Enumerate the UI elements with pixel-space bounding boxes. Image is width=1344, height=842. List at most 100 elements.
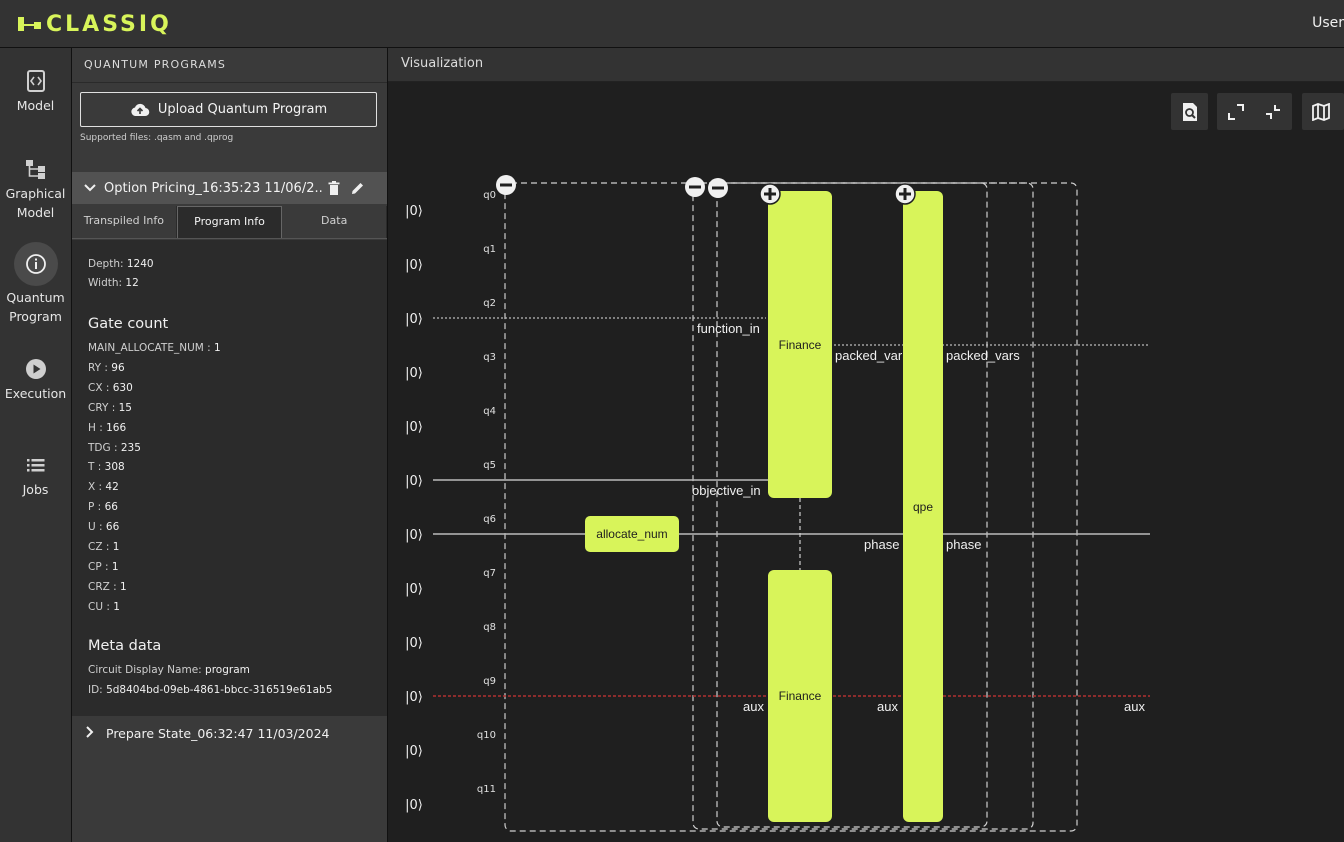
gate-name: CZ	[88, 541, 103, 553]
chevron-right-icon[interactable]	[86, 725, 106, 741]
panel-title: QUANTUM PROGRAMS	[72, 48, 387, 83]
gate-name: H	[88, 421, 96, 434]
gate-count-row: H : 166	[88, 421, 127, 434]
nav-label-execution: Execution	[4, 386, 67, 401]
supported-files-hint: Supported files: .qasm and .qprog	[80, 133, 234, 143]
qubit-name-label: q7	[483, 568, 496, 579]
nav-item-model[interactable]: Model	[0, 68, 71, 115]
group-frame-inner	[716, 182, 988, 828]
logo-text: CLASSIQ	[46, 11, 172, 37]
gate-name: CX	[88, 381, 103, 394]
id-label: ID:	[88, 684, 103, 696]
ket-zero-label: |0⟩	[405, 636, 423, 651]
depth-row: Depth: 1240	[88, 258, 154, 270]
collapse-button-finance[interactable]	[685, 177, 705, 197]
model-icon	[23, 68, 49, 94]
depth-label: Depth:	[88, 258, 124, 270]
info-icon	[13, 242, 58, 286]
program-row-prepare-state[interactable]: Prepare State_06:32:47 11/03/2024	[72, 716, 387, 750]
qpe-label: qpe	[913, 500, 933, 514]
nav-item-quantum-program[interactable]: Quantum Program	[0, 242, 71, 326]
qubit-name-label: q0	[483, 190, 496, 201]
cloud-upload-icon	[131, 103, 150, 116]
nav-item-jobs[interactable]: Jobs	[0, 452, 71, 499]
wire-label-aux-1: aux	[743, 699, 764, 714]
qubit-name-label: q3	[483, 352, 496, 363]
classiq-logo[interactable]: CLASSIQ	[18, 10, 172, 38]
ket-zero-label: |0⟩	[405, 204, 423, 219]
program-info-content: Depth: 1240 Width: 12 Gate count MAIN_AL…	[72, 240, 387, 716]
gate-count: 235	[120, 441, 141, 454]
graphical-model-icon	[23, 156, 49, 182]
program-id-row: ID: 5d8404bd-09eb-4861-bbcc-316519e61ab5	[88, 684, 332, 696]
ket-zero-label: |0⟩	[405, 744, 423, 759]
gate-count-row: MAIN_ALLOCATE_NUM : 1	[88, 342, 221, 354]
qubit-name-label: q9	[483, 676, 496, 687]
nav-item-graphical-model[interactable]: Graphical Model	[0, 156, 71, 222]
qubit-name-label: q1	[483, 244, 496, 255]
gate-count: 630	[112, 381, 133, 394]
delete-icon[interactable]	[323, 181, 345, 195]
gate-count-title: Gate count	[88, 316, 169, 332]
play-icon	[23, 356, 49, 382]
wire-label-phase-1: phase	[864, 537, 899, 552]
qubit-name-label: q4	[483, 406, 496, 417]
gate-name: U	[88, 521, 96, 534]
upload-label: Upload Quantum Program	[157, 102, 328, 117]
gate-count: 1	[120, 580, 127, 593]
chevron-down-icon[interactable]	[84, 181, 104, 196]
tab-program-info[interactable]: Program Info	[176, 206, 283, 238]
width-row: Width: 12	[88, 277, 139, 289]
expand-button-finance[interactable]	[759, 183, 781, 205]
wire-label-phase-2: phase	[946, 537, 981, 552]
collapse-button-inner[interactable]	[708, 178, 728, 198]
finance-top-label: Finance	[779, 338, 822, 352]
gate-name: RY	[88, 361, 102, 374]
nav-item-execution[interactable]: Execution	[0, 356, 71, 403]
circuit-display-name-row: Circuit Display Name: program	[88, 664, 250, 676]
display-name-value: program	[205, 664, 250, 676]
gate-count-row: T : 308	[88, 461, 125, 474]
gate-count-row: P : 66	[88, 501, 118, 514]
user-menu[interactable]: User	[1312, 15, 1344, 31]
gate-count-row: CU : 1	[88, 600, 120, 613]
width-value: 12	[125, 277, 139, 289]
collapse-button-outer[interactable]	[496, 175, 516, 195]
left-nav-rail: Model Graphical Model Quantum Program Ex…	[0, 48, 72, 842]
gate-count-row: CP : 1	[88, 560, 119, 573]
visualization-canvas: |0⟩ q0 |0⟩ q1 |0⟩ q2 |0⟩ q3 |0⟩ q4 |0⟩ q5 |0⟩ q6 |0⟩ q7…	[388, 83, 1344, 842]
gate-count: 1	[214, 342, 221, 354]
ket-zero-label: |0⟩	[405, 258, 423, 273]
gate-count: 66	[104, 501, 118, 514]
upload-quantum-program-button[interactable]: Upload Quantum Program	[80, 92, 377, 127]
gate-count: 166	[106, 421, 127, 434]
edit-icon[interactable]	[347, 181, 369, 195]
tab-data[interactable]: Data	[282, 206, 388, 238]
gate-count: 1	[111, 560, 119, 573]
gate-count-row: U : 66	[88, 521, 120, 534]
program-name: Option Pricing_16:35:23 11/06/2...	[104, 180, 323, 196]
gate-name: CP	[88, 560, 102, 573]
ket-zero-label: |0⟩	[405, 528, 423, 543]
ket-zero-label: |0⟩	[405, 420, 423, 435]
gate-count: 1	[113, 600, 120, 613]
gate-count-row: CRY : 15	[88, 401, 132, 414]
tab-transpiled-info[interactable]: Transpiled Info	[72, 206, 177, 238]
width-label: Width:	[88, 277, 123, 289]
program-row-option-pricing[interactable]: Option Pricing_16:35:23 11/06/2...	[72, 172, 387, 204]
gate-count: 308	[104, 461, 125, 474]
wire-label-packed-vars-2: packed_vars	[946, 348, 1020, 363]
gate-name: TDG	[88, 441, 111, 454]
expand-button-qpe[interactable]	[894, 183, 916, 205]
id-value: 5d8404bd-09eb-4861-bbcc-316519e61ab5	[106, 684, 333, 696]
gate-name: CRZ	[88, 580, 110, 593]
circuit-diagram[interactable]: |0⟩ q0 |0⟩ q1 |0⟩ q2 |0⟩ q3 |0⟩ q4 |0⟩ q5 |0⟩ q6 |0⟩ q7…	[388, 83, 1344, 842]
program-name: Prepare State_06:32:47 11/03/2024	[106, 725, 330, 741]
qubit-name-label: q8	[483, 622, 496, 633]
gate-count-row: CRZ : 1	[88, 580, 127, 593]
nav-label-model: Model	[16, 98, 55, 113]
wire-label-packed-vars-1: packed_var	[835, 348, 903, 363]
gate-count-row: CX : 630	[88, 381, 133, 394]
ket-zero-label: |0⟩	[405, 690, 423, 705]
nav-label-graphical-model: Graphical Model	[5, 186, 66, 220]
